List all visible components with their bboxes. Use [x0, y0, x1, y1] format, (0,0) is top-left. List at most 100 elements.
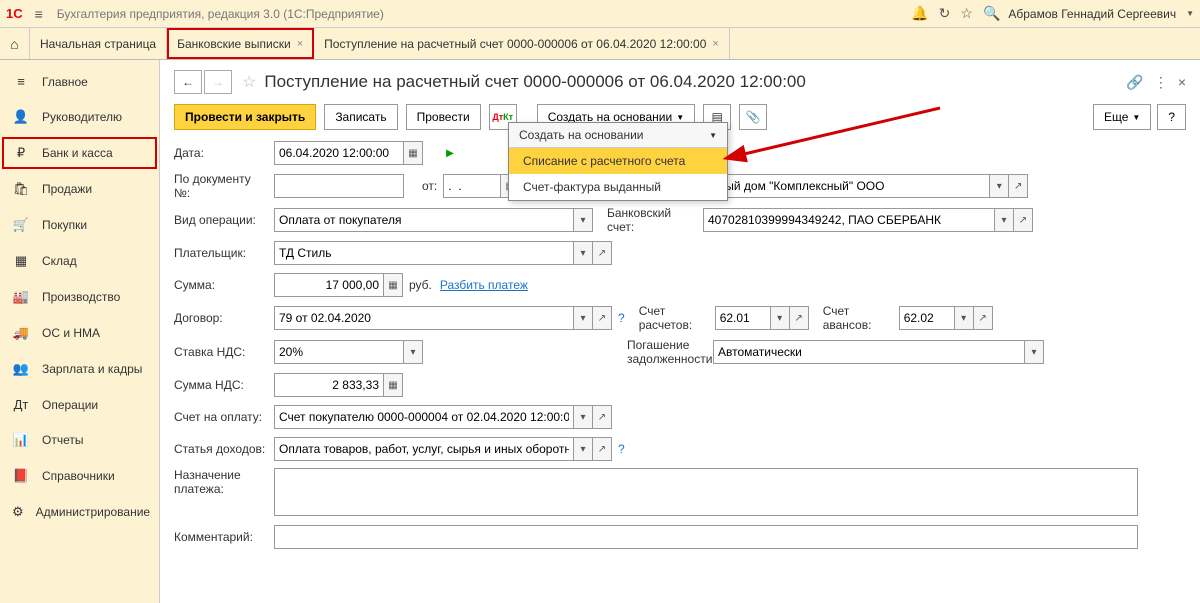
ext-icon[interactable]: ↗: [592, 306, 612, 330]
sidebar-item-reports[interactable]: 📊Отчеты: [0, 422, 159, 458]
dropdown-item-invoice[interactable]: Счет-фактура выданный: [509, 174, 727, 200]
contract-input[interactable]: [274, 306, 574, 330]
link-icon[interactable]: 🔗: [1126, 74, 1143, 91]
dropdown-item-withdrawal[interactable]: Списание с расчетного счета: [509, 148, 727, 174]
sidebar-item-production[interactable]: 🏭Производство: [0, 279, 159, 315]
sidebar-item-label: Администрирование: [36, 505, 150, 519]
ext-icon[interactable]: ↗: [1013, 208, 1033, 232]
open-icon[interactable]: ▾: [770, 306, 790, 330]
search-icon[interactable]: 🔍: [983, 5, 1000, 22]
acc-settle-input[interactable]: [715, 306, 771, 330]
history-icon[interactable]: ↻: [939, 5, 951, 22]
ext-icon[interactable]: ↗: [973, 306, 993, 330]
help-icon[interactable]: ?: [618, 442, 625, 456]
ext-icon[interactable]: ↗: [592, 437, 612, 461]
acc-adv-input[interactable]: [899, 306, 955, 330]
sidebar-item-payroll[interactable]: 👥Зарплата и кадры: [0, 351, 159, 387]
ext-icon[interactable]: ↗: [1008, 174, 1028, 198]
post-button[interactable]: Провести: [406, 104, 481, 130]
user-dd-icon[interactable]: ▼: [1186, 9, 1194, 18]
calc-icon[interactable]: ▦: [383, 373, 403, 397]
calc-icon[interactable]: ▦: [383, 273, 403, 297]
tab-start-label: Начальная страница: [40, 37, 156, 51]
ext-icon[interactable]: ↗: [789, 306, 809, 330]
ot-input[interactable]: [443, 174, 501, 198]
sidebar-item-warehouse[interactable]: ▦Склад: [0, 243, 159, 279]
tab-document[interactable]: Поступление на расчетный счет 0000-00000…: [314, 28, 730, 59]
open-icon[interactable]: ▾: [403, 340, 423, 364]
post-and-close-button[interactable]: Провести и закрыть: [174, 104, 316, 130]
status-icon[interactable]: ▶: [440, 141, 460, 165]
vat-rate-label: Ставка НДС:: [174, 345, 274, 359]
sidebar-item-manager[interactable]: 👤Руководителю: [0, 99, 159, 135]
sidebar-item-purchases[interactable]: 🛒Покупки: [0, 207, 159, 243]
back-button[interactable]: ←: [174, 70, 202, 94]
optype-input[interactable]: [274, 208, 574, 232]
open-icon[interactable]: ▾: [573, 241, 593, 265]
comment-input[interactable]: [274, 525, 1138, 549]
open-icon[interactable]: ▾: [573, 208, 593, 232]
org-input[interactable]: [720, 174, 990, 198]
star-icon[interactable]: ☆: [960, 5, 973, 22]
vat-rate-input[interactable]: [274, 340, 404, 364]
calendar-icon[interactable]: ▦: [403, 141, 423, 165]
sidebar-item-label: Справочники: [42, 469, 115, 483]
chevron-down-icon: ▼: [676, 113, 684, 122]
vat-sum-input[interactable]: [274, 373, 384, 397]
tab-start[interactable]: Начальная страница: [30, 28, 167, 59]
sidebar-item-sales[interactable]: 🛍Продажи: [0, 171, 159, 207]
open-icon[interactable]: ▾: [954, 306, 974, 330]
close-icon[interactable]: ×: [712, 38, 718, 50]
bell-icon[interactable]: 🔔: [911, 5, 928, 22]
forward-button[interactable]: →: [204, 70, 232, 94]
debt-input[interactable]: [713, 340, 1025, 364]
attach-button[interactable]: 📎: [739, 104, 767, 130]
ext-icon[interactable]: ↗: [592, 241, 612, 265]
payer-input[interactable]: [274, 241, 574, 265]
menu-icon: ≡: [12, 74, 30, 89]
ot-label: от:: [422, 179, 437, 193]
help-icon[interactable]: ?: [618, 311, 625, 325]
income-input[interactable]: [274, 437, 574, 461]
comment-label: Комментарий:: [174, 530, 274, 544]
write-button[interactable]: Записать: [324, 104, 397, 130]
close-icon[interactable]: ×: [1178, 74, 1186, 90]
split-payment-link[interactable]: Разбить платеж: [440, 278, 528, 292]
open-icon[interactable]: ▾: [989, 174, 1009, 198]
sidebar-item-operations[interactable]: ДтОперации: [0, 387, 159, 422]
sidebar-item-assets[interactable]: 🚚ОС и НМА: [0, 315, 159, 351]
vat-sum-label: Сумма НДС:: [174, 378, 274, 392]
sidebar-item-bank[interactable]: ₽ Банк и касса: [0, 135, 159, 171]
sidebar-item-main[interactable]: ≡Главное: [0, 64, 159, 99]
topbar: 1C ≡ Бухгалтерия предприятия, редакция 3…: [0, 0, 1200, 28]
docnum-input[interactable]: [274, 174, 404, 198]
ruble-icon: ₽: [12, 145, 30, 161]
close-icon[interactable]: ×: [297, 38, 303, 50]
open-icon[interactable]: ▾: [994, 208, 1014, 232]
open-icon[interactable]: ▾: [573, 437, 593, 461]
sidebar-item-label: Банк и касса: [42, 146, 113, 160]
more-button[interactable]: Еще▼: [1093, 104, 1151, 130]
invoice-input[interactable]: [274, 405, 574, 429]
menu-icon[interactable]: ≡: [31, 4, 47, 24]
bankacc-label: Банковский счет:: [593, 206, 703, 234]
tab-bank-statements[interactable]: Банковские выписки ×: [167, 28, 314, 59]
open-icon[interactable]: ▾: [1024, 340, 1044, 364]
help-button[interactable]: ?: [1157, 104, 1186, 130]
sidebar-item-label: Руководителю: [42, 110, 122, 124]
user-name[interactable]: Абрамов Геннадий Сергеевич: [1008, 7, 1176, 21]
sum-label: Сумма:: [174, 278, 274, 292]
open-icon[interactable]: ▾: [573, 405, 593, 429]
tab-home[interactable]: ⌂: [0, 28, 30, 59]
app-title: Бухгалтерия предприятия, редакция 3.0 (1…: [57, 7, 384, 21]
favorite-icon[interactable]: ☆: [242, 72, 256, 92]
date-input[interactable]: [274, 141, 404, 165]
open-icon[interactable]: ▾: [573, 306, 593, 330]
sum-input[interactable]: [274, 273, 384, 297]
purpose-textarea[interactable]: [274, 468, 1138, 516]
sidebar-item-catalogs[interactable]: 📕Справочники: [0, 458, 159, 494]
more-icon[interactable]: ⋮: [1154, 74, 1168, 91]
ext-icon[interactable]: ↗: [592, 405, 612, 429]
sidebar-item-admin[interactable]: ⚙Администрирование: [0, 494, 159, 530]
bankacc-input[interactable]: [703, 208, 995, 232]
